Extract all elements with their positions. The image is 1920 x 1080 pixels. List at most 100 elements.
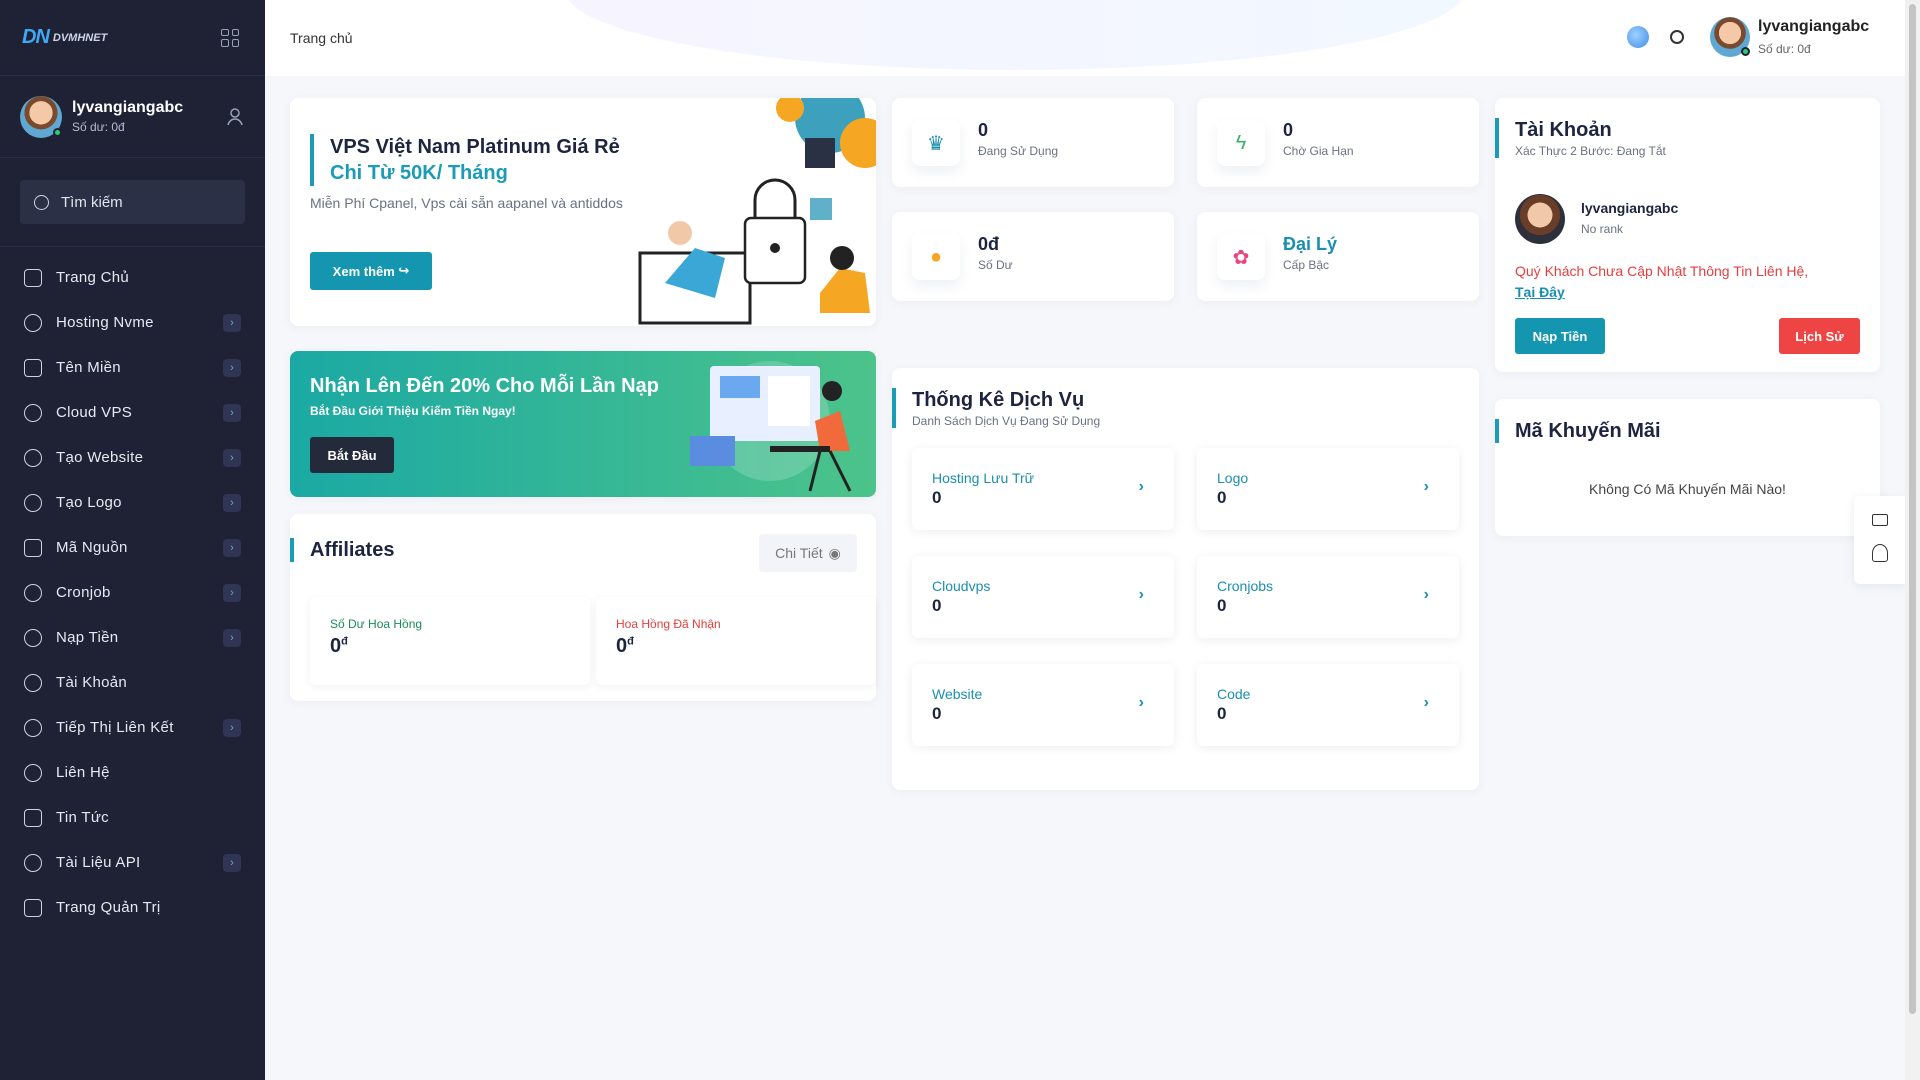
phone-icon — [24, 763, 42, 782]
globe-icon — [24, 448, 42, 467]
header-username[interactable]: lyvangiangabc — [1758, 18, 1869, 36]
sidebar-item-label: Tiếp Thị Liên Kết — [56, 719, 174, 736]
sidebar-item-cronjob[interactable]: Cronjob › — [0, 570, 265, 615]
commission-received-value: 0đ — [616, 635, 634, 657]
service-name: Code — [1217, 686, 1251, 702]
sidebar-item-label: Mã Nguồn — [56, 539, 128, 556]
service-count: 0 — [1217, 488, 1227, 507]
sidebar-item-admin[interactable]: Trang Quản Trị — [0, 885, 265, 930]
promo-codes-card: Mã Khuyến Mãi Không Có Mã Khuyến Mãi Nào… — [1495, 399, 1880, 536]
search-input[interactable]: Tìm kiếm — [20, 180, 245, 224]
vps-promo-title-line2: Chi Từ 50K/ Tháng — [330, 162, 508, 184]
two-factor-status: Xác Thực 2 Bước: Đang Tắt — [1515, 144, 1666, 158]
topup-button[interactable]: Nạp Tiền — [1515, 318, 1605, 354]
online-status-icon — [53, 127, 62, 137]
update-contact-link[interactable]: Tại Đây — [1515, 284, 1565, 300]
admin-nodes-icon — [24, 898, 42, 917]
history-button[interactable]: Lịch Sử — [1779, 318, 1860, 354]
chevron-right-icon: › — [1138, 478, 1144, 495]
news-icon — [24, 808, 42, 827]
service-stats-heading: Thống Kê Dịch Vụ — [912, 389, 1085, 411]
sidebar-menu: Trang Chủ Hosting Nvme › Tên Miền › Cloud … — [0, 247, 265, 930]
service-name: Logo — [1217, 470, 1249, 486]
sidebar-item-affiliate[interactable]: Tiếp Thị Liên Kết › — [0, 705, 265, 750]
chevron-right-icon: › — [1138, 586, 1144, 603]
stat-in-use: ♛ 0 Đang Sử Dụng — [892, 98, 1174, 187]
logo-text: DVMHNET — [52, 31, 108, 44]
chevron-right-icon: › — [223, 539, 241, 557]
gear-icon — [24, 853, 42, 872]
commission-received-label: Hoa Hồng Đã Nhận — [616, 617, 721, 631]
topup-promo-title: Nhận Lên Đến 20% Cho Mỗi Lần Nạp — [310, 375, 659, 397]
sidebar-header: DN DVMHNET — [0, 0, 265, 76]
see-more-button[interactable]: Xem thêm ↪ — [310, 252, 432, 290]
language-globe-icon[interactable] — [1627, 26, 1649, 48]
commission-received-box: Hoa Hồng Đã Nhận 0đ — [596, 597, 876, 685]
service-name: Hosting Lưu Trữ — [932, 470, 1035, 486]
user-icon — [24, 673, 42, 692]
coins-icon: ● — [912, 234, 960, 280]
sidebar-item-label: Tin Tức — [56, 809, 109, 826]
sidebar-item-logo[interactable]: Tạo Logo › — [0, 480, 265, 525]
sidebar-item-label: Tài Khoản — [56, 674, 128, 691]
chevron-right-icon: › — [1423, 694, 1429, 711]
home-icon — [24, 268, 42, 287]
chevron-right-icon: › — [223, 629, 241, 647]
service-hosting[interactable]: Hosting Lưu Trữ 0 › — [912, 448, 1174, 530]
account-rank: No rank — [1581, 222, 1624, 236]
developer-illustration — [690, 361, 852, 492]
header-avatar[interactable] — [1710, 17, 1750, 57]
service-count: 0 — [932, 596, 942, 615]
logo-mark: DN — [22, 26, 50, 48]
affiliates-card: Affiliates Chi Tiết ◉ Số Dư Hoa Hồng 0đ H… — [290, 514, 876, 701]
chevron-right-icon: › — [1138, 694, 1144, 711]
security-illustration — [638, 98, 876, 325]
stat-label: Số Dư — [978, 258, 1013, 272]
promo-codes-empty: Không Có Mã Khuyến Mãi Nào! — [1589, 481, 1786, 497]
promo-codes-title: Mã Khuyến Mãi — [1495, 419, 1661, 443]
service-count: 0 — [932, 704, 942, 723]
sidebar-item-account[interactable]: Tài Khoản — [0, 660, 265, 705]
sidebar-item-cloud-vps[interactable]: Cloud VPS › — [0, 390, 265, 435]
service-cronjobs[interactable]: Cronjobs 0 › — [1197, 556, 1459, 638]
account-card: Tài Khoản Xác Thực 2 Bước: Đang Tắt lyva… — [1495, 98, 1880, 372]
sidebar-item-label: Liên Hệ — [56, 764, 110, 781]
sidebar-item-api-docs[interactable]: Tài Liệu API › — [0, 840, 265, 885]
stat-label: Đang Sử Dụng — [978, 144, 1059, 158]
sidebar-item-domain[interactable]: Tên Miền › — [0, 345, 265, 390]
service-cloudvps[interactable]: Cloudvps 0 › — [912, 556, 1174, 638]
scrollbar-thumb[interactable] — [1909, 4, 1916, 1014]
sidebar-item-contact[interactable]: Liên Hệ — [0, 750, 265, 795]
start-button[interactable]: Bắt Đầu — [310, 437, 394, 473]
sidebar-item-hosting[interactable]: Hosting Nvme › — [0, 300, 265, 345]
stat-value: Đại Lý — [1283, 234, 1338, 254]
sidebar-user: lyvangiangabc Số dư: 0đ — [0, 76, 265, 158]
brand-logo[interactable]: DN DVMHNET — [22, 26, 107, 49]
affiliates-detail-button[interactable]: Chi Tiết ◉ — [759, 534, 857, 572]
sidebar-item-source-code[interactable]: Mã Nguồn › — [0, 525, 265, 570]
topup-promo-subtitle: Bắt Đầu Giới Thiệu Kiếm Tiền Ngay! — [310, 404, 516, 418]
sidebar-item-website[interactable]: Tạo Website › — [0, 435, 265, 480]
chevron-right-icon: › — [223, 449, 241, 467]
vps-promo-title-line1: VPS Việt Nam Platinum Giá Rẻ — [330, 136, 620, 158]
contact-warning-text: Quý Khách Chưa Cập Nhật Thông Tin Liên H… — [1515, 263, 1809, 279]
sidebar-item-home[interactable]: Trang Chủ — [0, 255, 265, 300]
sidebar-item-topup[interactable]: Nạp Tiền › — [0, 615, 265, 660]
support-agent-icon[interactable] — [1872, 544, 1888, 562]
profile-icon[interactable] — [227, 108, 243, 126]
service-logo[interactable]: Logo 0 › — [1197, 448, 1459, 530]
service-stats-subtitle: Danh Sách Dịch Vụ Đang Sử Dụng — [912, 414, 1101, 428]
vps-promo-card: VPS Việt Nam Platinum Giá Rẻ Chi Từ 50K/… — [290, 98, 876, 326]
rank-icon: ✿ — [1217, 234, 1265, 280]
service-count: 0 — [1217, 596, 1227, 615]
sidebar-item-news[interactable]: Tin Tức — [0, 795, 265, 840]
page-scrollbar[interactable] — [1905, 0, 1920, 1080]
service-code[interactable]: Code 0 › — [1197, 664, 1459, 746]
search-icon — [34, 194, 49, 210]
service-website[interactable]: Website 0 › — [912, 664, 1174, 746]
breadcrumb[interactable]: Trang chủ — [290, 30, 353, 46]
grid-menu-icon[interactable] — [221, 28, 239, 47]
theme-toggle-icon[interactable] — [1670, 30, 1684, 44]
avatar[interactable] — [20, 95, 62, 138]
chat-icon[interactable] — [1872, 514, 1888, 526]
